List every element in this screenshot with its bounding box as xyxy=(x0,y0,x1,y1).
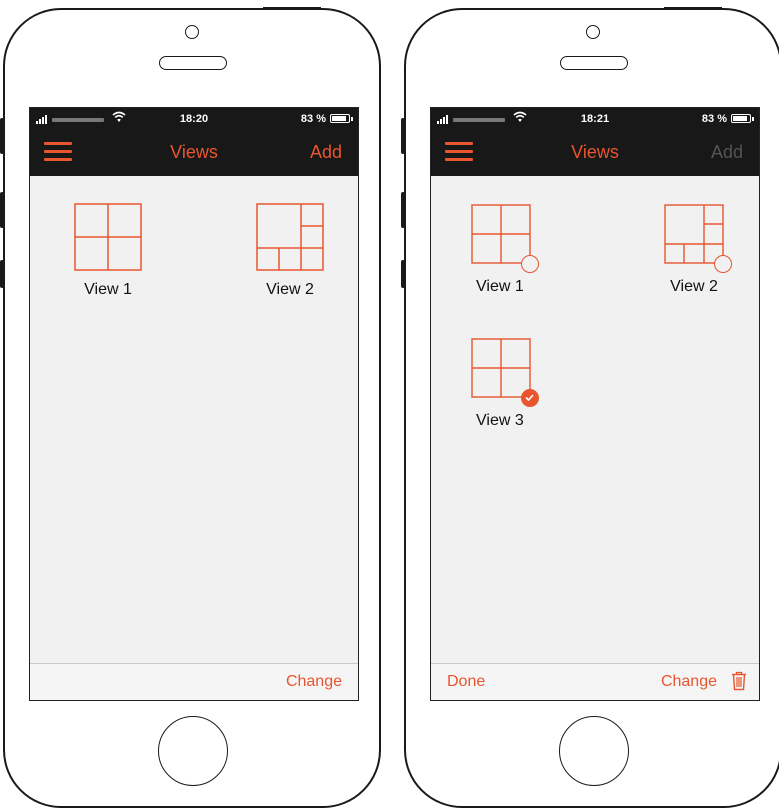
home-button xyxy=(559,716,629,786)
view-label: View 1 xyxy=(476,278,524,295)
battery-icon xyxy=(330,114,350,123)
view-tile[interactable]: View 1 xyxy=(456,204,546,296)
power-button xyxy=(664,7,722,10)
grid-1-plus-7-icon xyxy=(664,204,724,264)
screen: 18:20 83 % Views Add View 1 View 2 Chang… xyxy=(29,107,359,701)
view-tile[interactable]: View 3 xyxy=(456,338,546,430)
selection-circle[interactable] xyxy=(714,255,732,273)
status-bar: 18:20 83 % xyxy=(30,108,358,130)
phone-frame-left: 18:20 83 % Views Add View 1 View 2 Chang… xyxy=(0,7,381,808)
bottom-toolbar: Change xyxy=(30,663,358,700)
page-title: Views xyxy=(571,142,619,162)
nav-bar: Views Add xyxy=(431,130,759,176)
mute-switch xyxy=(401,118,405,154)
battery-icon xyxy=(731,114,751,123)
view-label: View 3 xyxy=(476,412,524,429)
nav-bar: Views Add xyxy=(30,130,358,176)
trash-icon[interactable] xyxy=(731,671,747,691)
phone-frame-right: 18:21 83 % Views Add View 1 View 2 View … xyxy=(401,7,779,808)
battery-percent: 83 % xyxy=(701,113,727,125)
done-button[interactable]: Done xyxy=(447,673,485,691)
selection-circle[interactable] xyxy=(521,255,539,273)
front-camera xyxy=(586,25,600,39)
checkmark-icon xyxy=(525,394,534,402)
view-label: View 2 xyxy=(266,281,314,298)
volume-down-button xyxy=(401,260,405,288)
view-label: View 2 xyxy=(670,278,718,295)
volume-up-button xyxy=(401,192,405,228)
views-grid: View 1 View 2 xyxy=(30,176,358,663)
page-title: Views xyxy=(170,142,218,162)
grid-1-plus-5-icon xyxy=(256,203,324,271)
view-tile[interactable]: View 2 xyxy=(649,204,739,296)
add-button[interactable]: Add xyxy=(711,142,743,163)
volume-down-button xyxy=(0,260,4,288)
mute-switch xyxy=(0,118,4,154)
power-button xyxy=(263,7,321,10)
add-button[interactable]: Add xyxy=(310,142,342,163)
bottom-toolbar: Done Change xyxy=(431,663,759,700)
grid-2x2-icon xyxy=(471,338,531,398)
grid-2x2-icon xyxy=(471,204,531,264)
earpiece-speaker xyxy=(560,56,628,70)
views-grid: View 1 View 2 xyxy=(431,176,759,663)
earpiece-speaker xyxy=(159,56,227,70)
change-button[interactable]: Change xyxy=(286,673,342,691)
view-tile[interactable]: View 1 xyxy=(63,203,153,299)
view-label: View 1 xyxy=(84,281,132,298)
status-bar: 18:21 83 % xyxy=(431,108,759,130)
home-button xyxy=(158,716,228,786)
screen: 18:21 83 % Views Add View 1 View 2 View … xyxy=(430,107,760,701)
battery-percent: 83 % xyxy=(300,113,326,125)
view-tile[interactable]: View 2 xyxy=(245,203,335,299)
selection-check[interactable] xyxy=(521,389,539,407)
change-button[interactable]: Change xyxy=(661,673,717,691)
front-camera xyxy=(185,25,199,39)
volume-up-button xyxy=(0,192,4,228)
grid-2x2-icon xyxy=(74,203,142,271)
